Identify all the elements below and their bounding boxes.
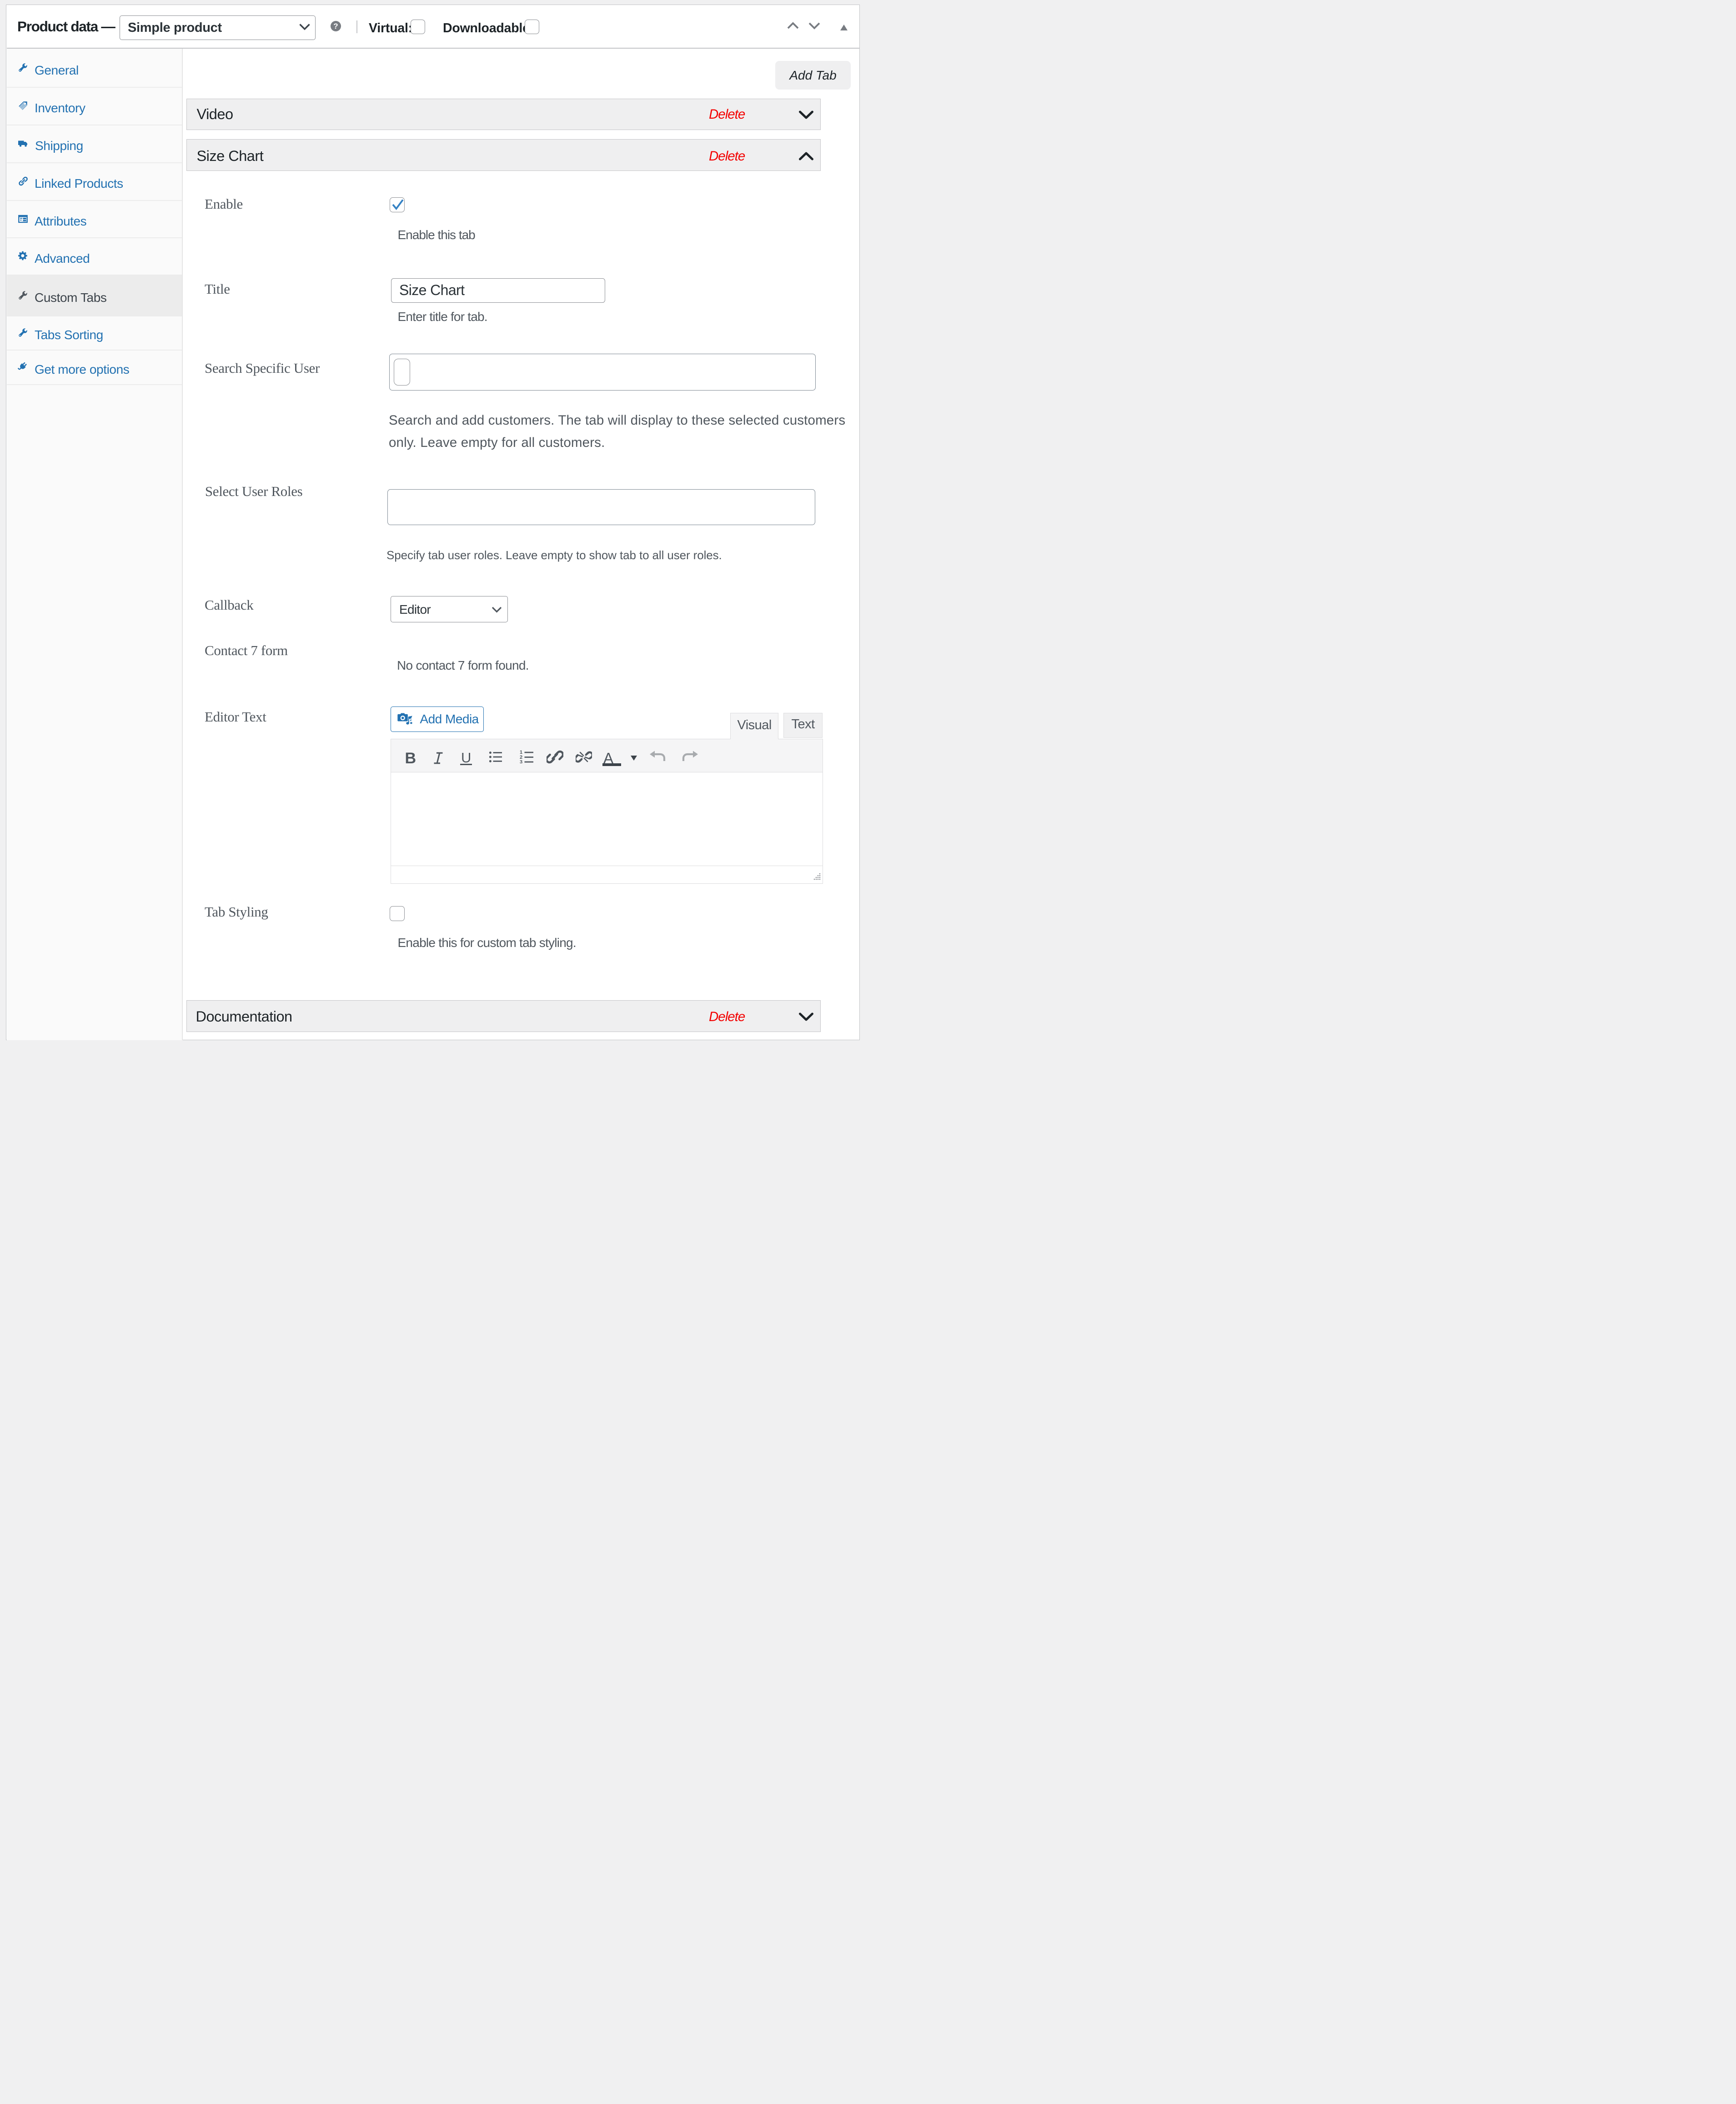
svg-text:3: 3	[520, 760, 522, 764]
